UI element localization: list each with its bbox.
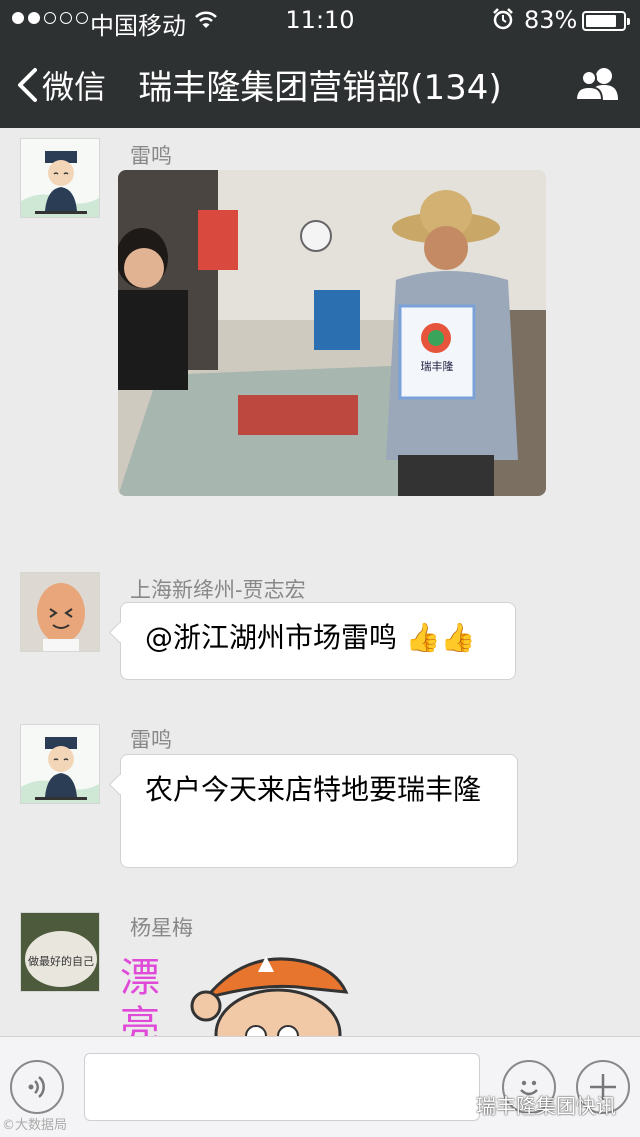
- group-title: 瑞丰隆集团营销部(134): [138, 68, 502, 108]
- message-text: 农户今天来店特地要瑞丰隆: [145, 773, 482, 806]
- avatar-yangxingmei[interactable]: 做最好的自己: [20, 912, 100, 992]
- sender-name: 雷鸣: [130, 728, 172, 752]
- source-watermark: 瑞丰隆集团快讯: [446, 1090, 616, 1119]
- wechat-logo-icon: [446, 1095, 470, 1113]
- chat-input-bar: [0, 1036, 640, 1137]
- sticker-text: 漂亮: [120, 955, 160, 1036]
- status-bar: 中国移动 11:10 83%: [0, 0, 640, 40]
- voice-input-button[interactable]: [10, 1060, 64, 1114]
- avatar-leiming[interactable]: [20, 138, 100, 218]
- sticker-message[interactable]: 漂亮: [120, 948, 360, 1036]
- voice-icon: [28, 1076, 45, 1098]
- alarm-icon: [492, 8, 514, 36]
- group-members-button[interactable]: [574, 66, 622, 106]
- message-text: @浙江湖州市场雷鸣 👍👍: [145, 621, 476, 654]
- chat-header: 微信 瑞丰隆集团营销部(134): [0, 40, 640, 128]
- text-message[interactable]: 农户今天来店特地要瑞丰隆: [120, 754, 518, 868]
- avatar-stone-text: 做最好的自己: [28, 954, 94, 968]
- sender-name: 雷鸣: [130, 144, 172, 168]
- message-input[interactable]: [84, 1053, 480, 1121]
- sender-name: 杨星梅: [130, 916, 193, 940]
- image-message[interactable]: 瑞丰隆: [118, 170, 546, 496]
- text-message[interactable]: @浙江湖州市场雷鸣 👍👍: [120, 602, 516, 680]
- group-members-icon: [574, 68, 618, 101]
- watermark-text: 瑞丰隆集团快讯: [476, 1094, 616, 1118]
- avatar-leiming[interactable]: [20, 724, 100, 804]
- battery-icon: [582, 11, 630, 31]
- battery-percentage: 83%: [524, 6, 578, 34]
- bag-label: 瑞丰隆: [421, 359, 454, 373]
- chat-message-list[interactable]: 雷鸣 瑞丰隆 上海新绛州-贾志宏 @浙江湖州市场雷鸣 👍👍 雷鸣 农户今天来店特…: [0, 128, 640, 1036]
- sender-name: 上海新绛州-贾志宏: [130, 578, 306, 602]
- avatar-jiazhihong[interactable]: [20, 572, 100, 652]
- corner-watermark: ©大数据局: [2, 1118, 68, 1133]
